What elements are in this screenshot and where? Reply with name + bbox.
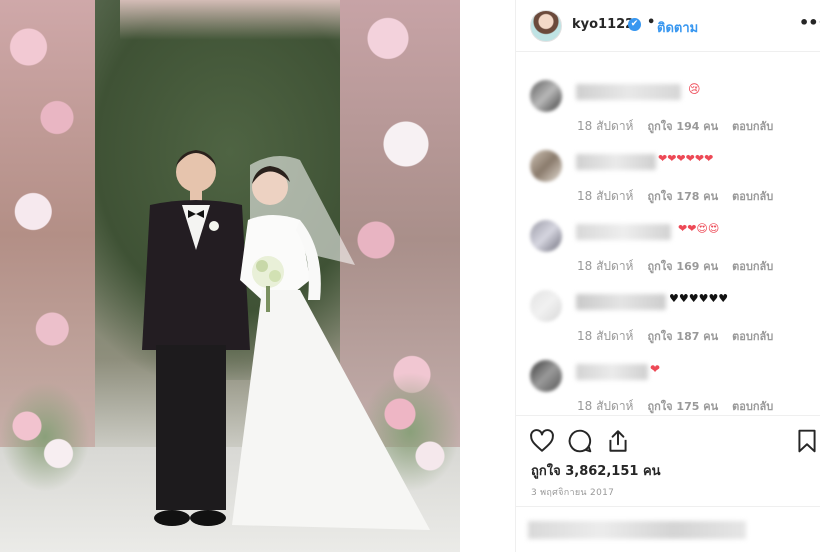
- comment-time[interactable]: 18 สัปดาห์: [577, 329, 633, 343]
- post-header: kyo1122 ✔ • ติดตาม •••: [516, 0, 820, 52]
- comment-time[interactable]: 18 สัปดาห์: [577, 399, 633, 413]
- commenter-username-blurred[interactable]: [576, 84, 681, 100]
- follow-button[interactable]: ติดตาม: [657, 17, 698, 38]
- commenter-username-blurred[interactable]: [576, 294, 666, 310]
- comment-icon[interactable]: [567, 428, 593, 454]
- more-options-icon[interactable]: •••: [799, 13, 820, 32]
- header-separator: •: [647, 15, 656, 30]
- post-side-panel: kyo1122 ✔ • ติดตาม ••• 😢 18 สัปดาห์ถูกใจ…: [515, 0, 820, 552]
- comment-text: ❤❤❤❤❤❤: [658, 152, 714, 165]
- share-icon[interactable]: [605, 428, 631, 454]
- add-comment-area[interactable]: [516, 506, 820, 552]
- comment-item: ❤❤❤❤❤❤ 18 สัปดาห์ ถูกใจ 178 คน ตอบกลับ: [516, 132, 820, 203]
- commenter-username-blurred[interactable]: [576, 224, 671, 240]
- verified-badge-icon: ✔: [628, 18, 641, 31]
- reply-button[interactable]: ตอบกลับ: [732, 400, 773, 413]
- commenter-avatar[interactable]: [530, 150, 562, 182]
- photo-couple: [142, 150, 430, 530]
- comment-text: 😢: [688, 82, 701, 96]
- comment-text: ♥♥♥♥♥♥: [669, 292, 729, 305]
- comment-text: ❤: [650, 362, 661, 376]
- commenter-avatar[interactable]: [530, 290, 562, 322]
- heart-icon[interactable]: [529, 428, 555, 454]
- likes-count[interactable]: ถูกใจ 3,862,151 คน: [531, 460, 661, 481]
- comment-item: 😢 18 สัปดาห์ ถูกใจ 194 คน ตอบกลับ: [516, 62, 820, 133]
- add-comment-blurred: [528, 521, 746, 539]
- comment-time[interactable]: 18 สัปดาห์: [577, 189, 633, 203]
- commenter-avatar[interactable]: [530, 360, 562, 392]
- comment-time[interactable]: 18 สัปดาห์: [577, 119, 633, 133]
- post-date[interactable]: 3 พฤศจิกายน 2017: [531, 485, 614, 499]
- post-photo[interactable]: [0, 0, 460, 552]
- comment-item: ❤ 18 สัปดาห์ ถูกใจ 175 คน ตอบกลับ: [516, 342, 820, 413]
- comment-meta: 18 สัปดาห์ ถูกใจ 175 คน ตอบกลับ: [577, 397, 787, 416]
- comment-time[interactable]: 18 สัปดาห์: [577, 259, 633, 273]
- username-link[interactable]: kyo1122: [572, 17, 634, 32]
- commenter-avatar[interactable]: [530, 80, 562, 112]
- comment-item: ❤❤😍😍 18 สัปดาห์ ถูกใจ 169 คน ตอบกลับ: [516, 202, 820, 273]
- avatar[interactable]: [530, 10, 562, 42]
- comment-item: ♥♥♥♥♥♥ 18 สัปดาห์ ถูกใจ 187 คน ตอบกลับ: [516, 272, 820, 343]
- commenter-avatar[interactable]: [530, 220, 562, 252]
- commenter-username-blurred[interactable]: [576, 154, 656, 170]
- bookmark-icon[interactable]: [794, 428, 820, 454]
- comment-text: ❤❤😍😍: [678, 222, 720, 235]
- commenter-username-blurred[interactable]: [576, 364, 648, 380]
- comment-likes[interactable]: ถูกใจ 175 คน: [647, 400, 718, 413]
